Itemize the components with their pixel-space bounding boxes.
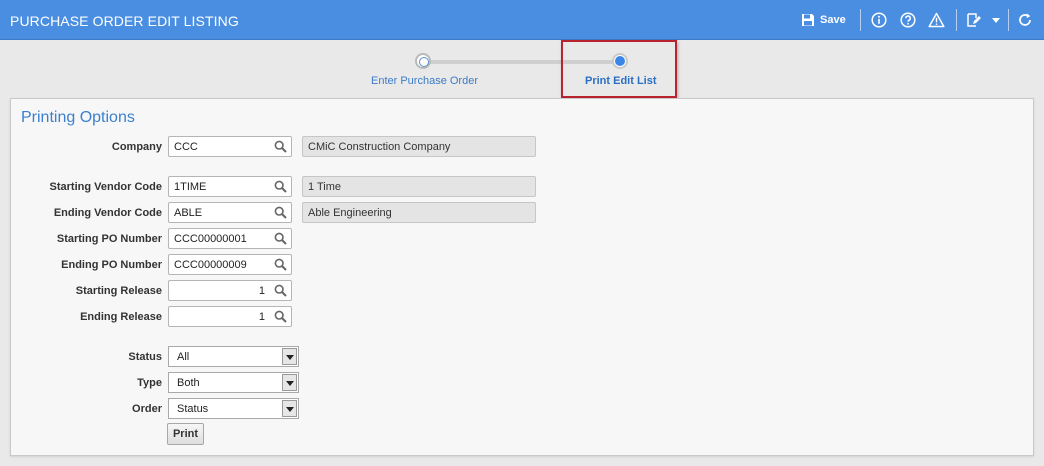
starting-release-value: 1 xyxy=(258,285,265,297)
starting-release-label: Starting Release xyxy=(75,285,162,297)
type-label: Type xyxy=(137,377,162,389)
refresh-icon xyxy=(1017,12,1033,28)
order-label: Order xyxy=(132,403,162,415)
type-value: Both xyxy=(177,377,200,389)
chevron-down-icon[interactable] xyxy=(282,374,297,391)
chevron-down-icon[interactable] xyxy=(282,400,297,417)
info-button[interactable] xyxy=(871,11,887,29)
warning-icon xyxy=(928,12,945,28)
edit-note-icon xyxy=(966,12,982,28)
ending-vendor-code-value: ABLE xyxy=(174,207,203,219)
search-icon[interactable] xyxy=(274,284,287,300)
starting-po-number-value: CCC00000001 xyxy=(174,233,247,245)
type-select[interactable]: Both xyxy=(168,372,299,393)
warning-button[interactable] xyxy=(928,11,945,29)
panel-title: Printing Options xyxy=(21,109,135,126)
status-value: All xyxy=(177,351,190,363)
status-select[interactable]: All xyxy=(168,346,299,367)
ending-vendor-code-label: Ending Vendor Code xyxy=(53,207,162,219)
starting-vendor-code-input[interactable]: 1TIME xyxy=(168,176,292,197)
ending-vendor-description: Able Engineering xyxy=(302,202,536,223)
ending-po-number-input[interactable]: CCC00000009 xyxy=(168,254,292,275)
company-value: CCC xyxy=(174,141,198,153)
info-icon xyxy=(871,12,887,28)
starting-po-number-label: Starting PO Number xyxy=(56,233,162,245)
page-title: PURCHASE ORDER EDIT LISTING xyxy=(10,13,239,29)
ending-po-number-value: CCC00000009 xyxy=(174,259,247,271)
step-dot-enter-purchase-order[interactable] xyxy=(415,53,431,69)
help-button[interactable] xyxy=(900,11,916,29)
status-label: Status xyxy=(128,351,162,363)
order-select[interactable]: Status xyxy=(168,398,299,419)
ending-release-input[interactable]: 1 xyxy=(168,306,292,327)
printing-options-panel: Printing Options Company CCC CMiC Constr… xyxy=(10,98,1034,456)
options-dropdown[interactable] xyxy=(991,11,1001,29)
starting-vendor-code-label: Starting Vendor Code xyxy=(49,181,162,193)
company-label: Company xyxy=(111,141,162,153)
company-description: CMiC Construction Company xyxy=(302,136,536,157)
starting-po-number-input[interactable]: CCC00000001 xyxy=(168,228,292,249)
refresh-button[interactable] xyxy=(1017,11,1033,29)
ending-release-value: 1 xyxy=(258,311,265,323)
save-label: Save xyxy=(820,14,846,26)
print-button[interactable]: Print xyxy=(167,423,204,445)
ending-vendor-code-input[interactable]: ABLE xyxy=(168,202,292,223)
search-icon[interactable] xyxy=(274,258,287,274)
save-button[interactable]: Save xyxy=(801,11,846,29)
edit-note-button[interactable] xyxy=(966,11,982,29)
save-icon xyxy=(801,13,815,27)
order-value: Status xyxy=(177,403,209,415)
ending-vendor-description-text: Able Engineering xyxy=(308,207,392,219)
company-description-text: CMiC Construction Company xyxy=(308,141,451,153)
title-bar: PURCHASE ORDER EDIT LISTING Save xyxy=(0,0,1044,40)
workflow-stepper: Enter Purchase Order Print Edit List xyxy=(0,40,1044,98)
starting-vendor-description: 1 Time xyxy=(302,176,536,197)
search-icon[interactable] xyxy=(274,310,287,326)
ending-release-label: Ending Release xyxy=(80,311,162,323)
company-input[interactable]: CCC xyxy=(168,136,292,157)
starting-vendor-description-text: 1 Time xyxy=(308,181,342,193)
search-icon[interactable] xyxy=(274,232,287,248)
ending-po-number-label: Ending PO Number xyxy=(61,259,162,271)
step-label-enter-purchase-order[interactable]: Enter Purchase Order xyxy=(371,75,478,87)
search-icon[interactable] xyxy=(274,140,287,156)
chevron-down-icon[interactable] xyxy=(282,348,297,365)
starting-release-input[interactable]: 1 xyxy=(168,280,292,301)
chevron-down-icon xyxy=(991,15,1001,25)
help-icon xyxy=(900,12,916,28)
starting-vendor-code-value: 1TIME xyxy=(174,181,207,193)
search-icon[interactable] xyxy=(274,206,287,222)
search-icon[interactable] xyxy=(274,180,287,196)
highlight-box xyxy=(561,40,677,98)
